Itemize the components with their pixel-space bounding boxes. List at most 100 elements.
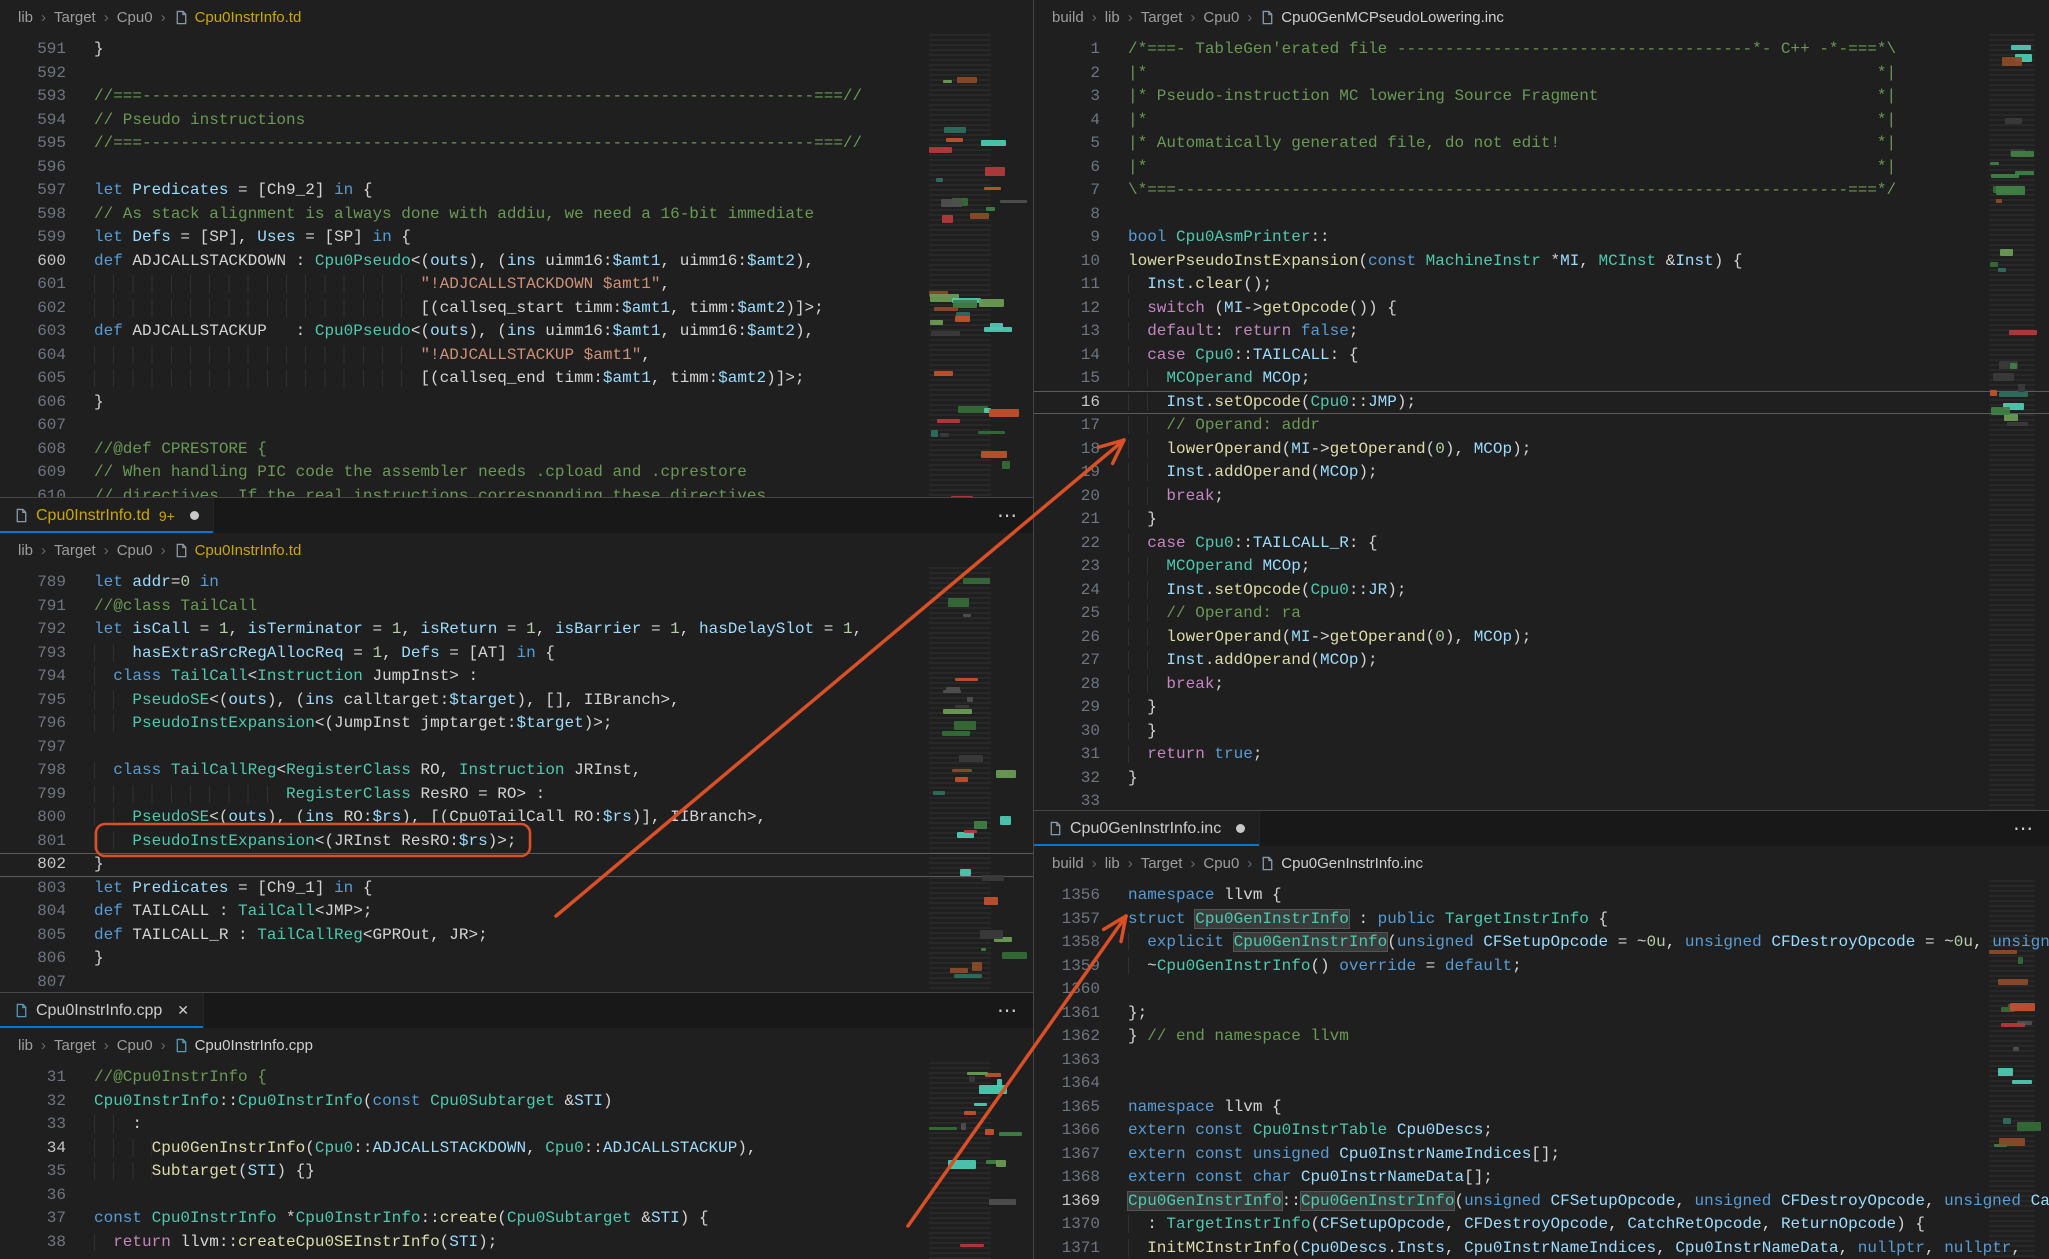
code-line-13[interactable]: 13 default: return false; [1034,320,2049,344]
breadcrumb-item-cpu0[interactable]: Cpu0 [117,542,153,559]
code-line-595[interactable]: 595 //===--------------------------------… [0,132,1033,156]
line-number[interactable]: 807 [0,971,66,993]
line-number[interactable]: 9 [1034,226,1100,250]
line-number[interactable]: 1371 [1034,1237,1100,1259]
line-number[interactable]: 806 [0,947,66,971]
line-number[interactable]: 31 [0,1066,66,1090]
tab-Cpu0InstrInfo.cpp[interactable]: Cpu0InstrInfo.cpp ✕ [0,993,205,1028]
line-number[interactable]: 29 [1034,696,1100,720]
code-line-594[interactable]: 594 // Pseudo instructions [0,109,1033,133]
line-number[interactable]: 11 [1034,273,1100,297]
code-line-798[interactable]: 798 class TailCallReg<RegisterClass RO, … [0,759,1033,783]
line-number[interactable]: 1368 [1034,1166,1100,1190]
breadcrumb-item-lib[interactable]: lib [1105,855,1120,872]
code-line-603[interactable]: 603 def ADJCALLSTACKUP : Cpu0Pseudo<(outs… [0,320,1033,344]
line-number[interactable]: 38 [0,1231,66,1255]
line-number[interactable]: 603 [0,320,66,344]
code-line-34[interactable]: 34 Cpu0GenInstrInfo(Cpu0::ADJCALLSTACKDO… [0,1137,1033,1161]
code-line-8[interactable]: 8 [1034,203,2049,227]
code-line-35[interactable]: 35 Subtarget(STI) {} [0,1160,1033,1184]
line-number[interactable]: 608 [0,438,66,462]
code-line-18[interactable]: 18 lowerOperand(MI->getOperand(0), MCOp)… [1034,438,2049,462]
code-line-1368[interactable]: 1368 extern const char Cpu0InstrNameData[… [1034,1166,2049,1190]
breadcrumb-file[interactable]: Cpu0InstrInfo.td [174,9,301,26]
code-editor[interactable]: 591} 592 593//===-------------------------… [0,34,1033,497]
line-number[interactable]: 605 [0,367,66,391]
code-line-1362[interactable]: 1362} // end namespace llvm [1034,1025,2049,1049]
line-number[interactable]: 1361 [1034,1002,1100,1026]
code-line-9[interactable]: 9 bool Cpu0AsmPrinter:: [1034,226,2049,250]
line-number[interactable]: 602 [0,297,66,321]
breadcrumb-item-lib[interactable]: lib [18,542,33,559]
line-number[interactable]: 3 [1034,85,1100,109]
line-number[interactable]: 30 [1034,720,1100,744]
line-number[interactable]: 1365 [1034,1096,1100,1120]
code-line-21[interactable]: 21 } [1034,508,2049,532]
code-line-26[interactable]: 26 lowerOperand(MI->getOperand(0), MCOp)… [1034,626,2049,650]
line-number[interactable]: 8 [1034,203,1100,227]
line-number[interactable]: 1366 [1034,1119,1100,1143]
code-line-799[interactable]: 799 RegisterClass ResRO = RO> : [0,783,1033,807]
breadcrumb-file[interactable]: Cpu0InstrInfo.td [174,542,301,559]
line-number[interactable]: 20 [1034,485,1100,509]
line-number[interactable]: 803 [0,877,66,901]
line-number[interactable]: 1 [1034,38,1100,62]
code-line-803[interactable]: 803 let Predicates = [Ch9_1] in { [0,877,1033,901]
breadcrumb-item-build[interactable]: build [1052,855,1084,872]
code-line-1358[interactable]: 1358 explicit Cpu0GenInstrInfo(unsigned … [1034,931,2049,955]
line-number[interactable]: 595 [0,132,66,156]
line-number[interactable]: 17 [1034,414,1100,438]
code-line-609[interactable]: 609 // When handling PIC code the assembl… [0,461,1033,485]
code-line-20[interactable]: 20 break; [1034,485,2049,509]
code-line-600[interactable]: 600 def ADJCALLSTACKDOWN : Cpu0Pseudo<(ou… [0,250,1033,274]
line-number[interactable]: 601 [0,273,66,297]
line-number[interactable]: 798 [0,759,66,783]
code-line-792[interactable]: 792 let isCall = 1, isTerminator = 1, isR… [0,618,1033,642]
breadcrumb-file[interactable]: Cpu0GenMCPseudoLowering.inc [1260,9,1504,26]
line-number[interactable]: 596 [0,156,66,180]
breadcrumb-item-lib[interactable]: lib [18,9,33,26]
code-line-793[interactable]: 793 hasExtraSrcRegAllocReq = 1, Defs = [… [0,642,1033,666]
line-number[interactable]: 15 [1034,367,1100,391]
code-line-1364[interactable]: 1364 [1034,1072,2049,1096]
code-line-597[interactable]: 597 let Predicates = [Ch9_2] in { [0,179,1033,203]
code-line-5[interactable]: 5 |* Automatically generated file, do not… [1034,132,2049,156]
line-number[interactable]: 591 [0,38,66,62]
line-number[interactable]: 1360 [1034,978,1100,1002]
line-number[interactable]: 1359 [1034,955,1100,979]
line-number[interactable]: 4 [1034,109,1100,133]
line-number[interactable]: 604 [0,344,66,368]
line-number[interactable]: 1369 [1034,1190,1100,1214]
line-number[interactable]: 19 [1034,461,1100,485]
line-number[interactable]: 1367 [1034,1143,1100,1167]
line-number[interactable]: 31 [1034,743,1100,767]
code-line-1357[interactable]: 1357 struct Cpu0GenInstrInfo : public Tar… [1034,908,2049,932]
code-line-1369[interactable]: 1369 Cpu0GenInstrInfo::Cpu0GenInstrInfo(u… [1034,1190,2049,1214]
line-number[interactable]: 10 [1034,250,1100,274]
code-line-27[interactable]: 27 Inst.addOperand(MCOp); [1034,649,2049,673]
line-number[interactable]: 21 [1034,508,1100,532]
code-line-596[interactable]: 596 [0,156,1033,180]
code-editor[interactable]: 31 //@Cpu0InstrInfo {32 Cpu0InstrInfo::Cpu… [0,1062,1033,1259]
breadcrumb-item-target[interactable]: Target [54,1037,96,1054]
code-line-6[interactable]: 6 |* *| [1034,156,2049,180]
code-line-800[interactable]: 800 PseudoSE<(outs), (ins RO:$rs), [(Cpu… [0,806,1033,830]
code-line-37[interactable]: 37 const Cpu0InstrInfo *Cpu0InstrInfo::cr… [0,1207,1033,1231]
line-number[interactable]: 1363 [1034,1049,1100,1073]
code-line-1366[interactable]: 1366 extern const Cpu0InstrTable Cpu0Desc… [1034,1119,2049,1143]
code-line-31[interactable]: 31 //@Cpu0InstrInfo { [0,1066,1033,1090]
code-line-1365[interactable]: 1365 namespace llvm { [1034,1096,2049,1120]
line-number[interactable]: 16 [1034,391,1100,415]
code-line-1356[interactable]: 1356 namespace llvm { [1034,884,2049,908]
editor-actions-button[interactable]: ⋯ [981,498,1033,533]
code-line-601[interactable]: 601 "!ADJCALLSTACKDOWN $amt1", [0,273,1033,297]
line-number[interactable]: 33 [1034,790,1100,810]
line-number[interactable]: 1362 [1034,1025,1100,1049]
breadcrumb-file[interactable]: Cpu0GenInstrInfo.inc [1260,855,1423,872]
code-line-592[interactable]: 592 [0,62,1033,86]
code-editor[interactable]: 1356 namespace llvm {1357 struct Cpu0GenIn… [1034,880,2049,1259]
code-line-24[interactable]: 24 Inst.setOpcode(Cpu0::JR); [1034,579,2049,603]
line-number[interactable]: 804 [0,900,66,924]
line-number[interactable]: 26 [1034,626,1100,650]
code-line-15[interactable]: 15 MCOperand MCOp; [1034,367,2049,391]
